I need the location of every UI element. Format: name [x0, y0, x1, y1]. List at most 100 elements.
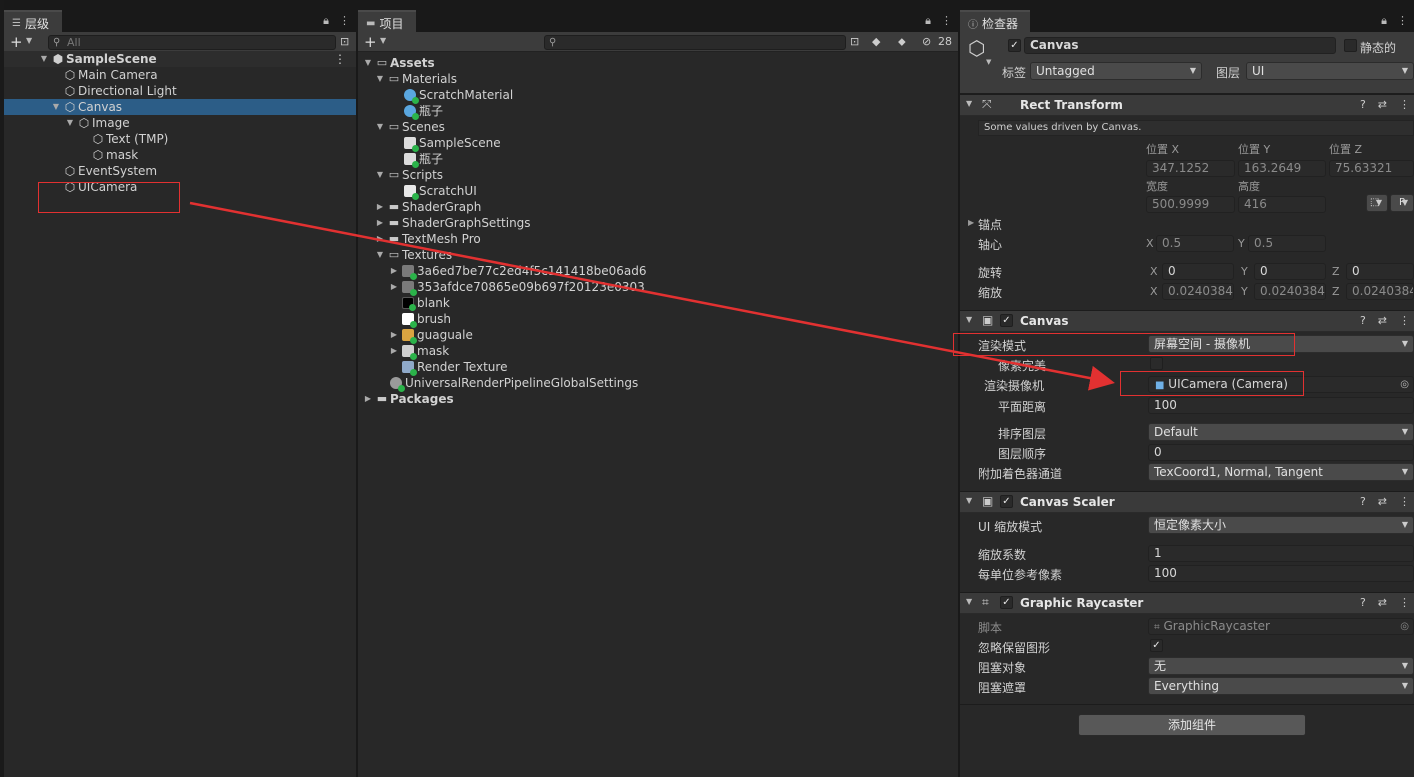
canvas-component-header[interactable]: ▼ ▣ ✓ Canvas ? ⇄ ⋮	[960, 310, 1414, 332]
add-icon[interactable]: +	[364, 33, 377, 51]
add-component-button[interactable]: 添加组件	[1078, 714, 1306, 736]
project-item-bottle-scene[interactable]: 瓶子	[402, 151, 443, 168]
project-item-scratchmaterial[interactable]: ScratchMaterial	[402, 87, 513, 104]
project-item-assets[interactable]: ▼ ▭ Assets	[362, 55, 435, 71]
chevron-down-icon[interactable]: ▼	[986, 58, 991, 66]
hierarchy-item-directional-light[interactable]: ⬡ Directional Light	[4, 83, 356, 99]
project-item-scratchui[interactable]: ScratchUI	[402, 183, 477, 200]
scene-menu-icon[interactable]: ⋮	[334, 51, 346, 67]
scale-z-field[interactable]: 0.02403846	[1346, 283, 1414, 300]
fold-down-icon[interactable]: ▼	[362, 55, 374, 71]
blocking-objects-dropdown[interactable]: 无	[1148, 657, 1414, 675]
project-item-textmeshpro[interactable]: ▶ ▬ TextMesh Pro	[374, 231, 481, 247]
project-search-input[interactable]: ⚲	[544, 35, 846, 50]
scene-search-icon[interactable]: ⊡	[340, 35, 349, 48]
lock-icon[interactable]: 🔒︎	[323, 14, 329, 28]
fold-down-icon[interactable]: ▼	[374, 119, 386, 135]
sorting-layer-dropdown[interactable]: Default	[1148, 423, 1414, 441]
hierarchy-search-input[interactable]: ⚲ All	[48, 35, 336, 50]
width-field[interactable]: 500.9999	[1146, 196, 1235, 213]
pixel-perfect-checkbox[interactable]	[1150, 357, 1163, 370]
project-item-mask[interactable]: ▶ mask	[388, 343, 449, 360]
fold-down-icon[interactable]: ▼	[374, 247, 386, 263]
lock-icon[interactable]: 🔒︎	[925, 14, 931, 28]
tab-project[interactable]: ▬ 项目	[358, 10, 416, 32]
add-icon[interactable]: +	[10, 33, 23, 51]
project-item-materials[interactable]: ▼ ▭ Materials	[374, 71, 457, 87]
project-item-packages[interactable]: ▶ ▬ Packages	[362, 391, 454, 407]
static-checkbox[interactable]	[1344, 39, 1357, 52]
help-icon[interactable]: ?	[1360, 314, 1366, 327]
filter-label-icon[interactable]: ⬥	[898, 35, 906, 49]
ui-scale-mode-dropdown[interactable]: 恒定像素大小	[1148, 516, 1414, 534]
fold-right-icon[interactable]: ▶	[388, 279, 400, 295]
fold-down-icon[interactable]: ▼	[38, 51, 50, 67]
project-item-bottle-material[interactable]: 瓶子	[402, 103, 443, 120]
preset-icon[interactable]: ⇄	[1378, 495, 1387, 508]
fold-right-icon[interactable]: ▶	[374, 215, 386, 231]
scene-row[interactable]: ▼ ⬢ SampleScene ⋮	[4, 51, 356, 67]
fold-right-icon[interactable]: ▶	[388, 263, 400, 279]
chevron-down-icon[interactable]: ▼	[380, 36, 386, 45]
project-item-textures[interactable]: ▼ ▭ Textures	[374, 247, 452, 263]
object-picker-icon[interactable]: ◎	[1400, 377, 1409, 392]
scale-factor-field[interactable]: 1	[1148, 545, 1414, 562]
layer-dropdown[interactable]: UI	[1246, 62, 1414, 80]
more-menu-icon[interactable]: ⋮	[1399, 314, 1410, 327]
blocking-mask-dropdown[interactable]: Everything	[1148, 677, 1414, 695]
plane-distance-field[interactable]: 100	[1148, 397, 1414, 414]
anchors-label[interactable]: 锚点	[978, 216, 1002, 233]
tab-hierarchy[interactable]: ☰ 层级	[4, 10, 62, 32]
fold-right-icon[interactable]: ▶	[374, 231, 386, 247]
help-icon[interactable]: ?	[1360, 98, 1366, 111]
fold-down-icon[interactable]: ▼	[374, 167, 386, 183]
more-menu-icon[interactable]: ⋮	[1399, 495, 1410, 508]
project-item-scenes[interactable]: ▼ ▭ Scenes	[374, 119, 445, 135]
order-in-layer-field[interactable]: 0	[1148, 444, 1414, 461]
help-icon[interactable]: ?	[1360, 495, 1366, 508]
ignore-reversed-checkbox[interactable]: ✓	[1150, 639, 1163, 652]
fold-down-icon[interactable]: ▼	[966, 99, 972, 108]
fold-down-icon[interactable]: ▼	[966, 597, 972, 606]
fold-right-icon[interactable]: ▶	[362, 391, 374, 407]
tag-dropdown[interactable]: Untagged	[1030, 62, 1202, 80]
active-checkbox[interactable]: ✓	[1008, 39, 1021, 52]
hierarchy-item-eventsystem[interactable]: ⬡ EventSystem	[4, 163, 356, 179]
canvas-scaler-enabled-checkbox[interactable]: ✓	[1000, 495, 1013, 508]
project-item-shadergraphsettings[interactable]: ▶ ▬ ShaderGraphSettings	[374, 215, 531, 231]
preset-icon[interactable]: ⇄	[1378, 314, 1387, 327]
scale-y-field[interactable]: 0.02403846	[1254, 283, 1326, 300]
fold-down-icon[interactable]: ▼	[374, 71, 386, 87]
rot-z-field[interactable]: 0	[1346, 263, 1414, 280]
hidden-packages-icon[interactable]: ⊘	[922, 35, 931, 48]
object-name-input[interactable]: Canvas	[1024, 37, 1336, 54]
fold-right-icon[interactable]: ▶	[968, 218, 974, 227]
pivot-y-field[interactable]: 0.5	[1248, 235, 1326, 252]
pivot-x-field[interactable]: 0.5	[1156, 235, 1234, 252]
preset-icon[interactable]: ⇄	[1378, 596, 1387, 609]
project-item-shadergraph[interactable]: ▶ ▬ ShaderGraph	[374, 199, 481, 215]
canvas-scaler-header[interactable]: ▼ ▣ ✓ Canvas Scaler ? ⇄ ⋮	[960, 491, 1414, 513]
rect-transform-header[interactable]: ▼ ⤧ Rect Transform ? ⇄ ⋮	[960, 94, 1414, 116]
lock-icon[interactable]: 🔒︎	[1381, 14, 1387, 28]
fold-right-icon[interactable]: ▶	[388, 327, 400, 343]
hierarchy-item-mask[interactable]: ⬡ mask	[4, 147, 356, 163]
chevron-down-icon[interactable]: ▼	[26, 36, 32, 45]
hierarchy-item-main-camera[interactable]: ⬡ Main Camera	[4, 67, 356, 83]
more-menu-icon[interactable]: ⋮	[339, 14, 350, 28]
rot-x-field[interactable]: 0	[1162, 263, 1234, 280]
project-item-guaguale[interactable]: ▶ guaguale	[388, 327, 473, 344]
filter-type-icon[interactable]: ◆	[872, 35, 880, 48]
hierarchy-item-image[interactable]: ▼ ⬡ Image	[4, 115, 356, 131]
pos-y-field[interactable]: 163.2649	[1238, 160, 1326, 177]
fold-down-icon[interactable]: ▼	[50, 99, 62, 115]
pos-x-field[interactable]: 347.1252	[1146, 160, 1235, 177]
fold-right-icon[interactable]: ▶	[388, 343, 400, 359]
raycaster-enabled-checkbox[interactable]: ✓	[1000, 596, 1013, 609]
project-item-samplescene[interactable]: SampleScene	[402, 135, 501, 152]
shader-channels-dropdown[interactable]: TexCoord1, Normal, Tangent	[1148, 463, 1414, 481]
fold-down-icon[interactable]: ▼	[64, 115, 76, 131]
hierarchy-item-text-tmp[interactable]: ⬡ Text (TMP)	[4, 131, 356, 147]
fold-right-icon[interactable]: ▶	[374, 199, 386, 215]
fold-down-icon[interactable]: ▼	[966, 315, 972, 324]
